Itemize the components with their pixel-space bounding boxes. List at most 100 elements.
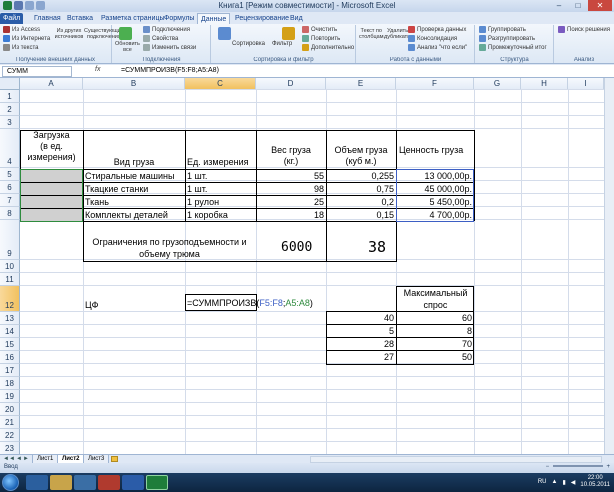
cell-c5[interactable]: 1 шт.: [187, 171, 207, 182]
text-to-columns-button[interactable]: Текст по столбцам: [359, 28, 384, 40]
sheet-nav-first-icon[interactable]: ◄◄: [3, 456, 15, 462]
taskbar-explorer-icon[interactable]: [50, 475, 72, 490]
filter-button[interactable]: Фильтр: [272, 41, 292, 47]
function-icon[interactable]: fx: [95, 66, 100, 73]
ungroup-button[interactable]: Разгруппировать: [479, 35, 535, 42]
cell-d5[interactable]: 55: [256, 171, 326, 182]
cell-d7[interactable]: 25: [256, 197, 326, 208]
zoom-out-icon[interactable]: −: [546, 464, 550, 470]
network-icon[interactable]: ▮: [562, 479, 565, 486]
cell-d9-weight-limit[interactable]: 6000: [281, 241, 312, 254]
language-indicator[interactable]: RU: [538, 479, 547, 485]
horizontal-scrollbar[interactable]: [310, 456, 602, 463]
row-header-1[interactable]: 1: [0, 90, 20, 103]
taskbar-media-icon[interactable]: [74, 475, 96, 490]
clear-button[interactable]: Очистить: [302, 26, 337, 33]
row-header-12[interactable]: 12: [0, 286, 20, 312]
row-header-15[interactable]: 15: [0, 338, 20, 351]
from-text-button[interactable]: Из текста: [3, 44, 38, 51]
cell-e9-volume-limit[interactable]: 38: [368, 240, 386, 255]
row-header-8[interactable]: 8: [0, 207, 20, 220]
cell-b8[interactable]: Комплекты деталей: [85, 210, 168, 221]
zoom-track[interactable]: [552, 465, 603, 468]
cell-e8[interactable]: 0,15: [326, 210, 396, 221]
row-header-9[interactable]: 9: [0, 220, 20, 260]
header-unit[interactable]: Ед. измерения: [187, 157, 248, 168]
subtotal-button[interactable]: Промежуточный итог: [479, 44, 547, 51]
cell-e7[interactable]: 0,2: [326, 197, 396, 208]
tab-view[interactable]: Вид: [287, 13, 306, 24]
header-weight[interactable]: Вес груза (кг.): [256, 145, 326, 167]
tray-arrow-icon[interactable]: ▲: [552, 479, 558, 485]
row-header-2[interactable]: 2: [0, 103, 20, 116]
advanced-button[interactable]: Дополнительно: [302, 44, 354, 51]
tab-review[interactable]: Рецензирование: [232, 13, 292, 24]
row-header-20[interactable]: 20: [0, 403, 20, 416]
row-header-4[interactable]: 4: [0, 129, 20, 168]
formula-input[interactable]: =СУММПРОИЗВ(F5:F8;A5:A8): [121, 67, 219, 74]
start-button[interactable]: [2, 474, 19, 491]
cell-d6[interactable]: 98: [256, 184, 326, 195]
volume-icon[interactable]: ◀: [571, 479, 576, 486]
edit-links-button[interactable]: Изменить связи: [143, 44, 196, 51]
minimize-button[interactable]: –: [550, 0, 568, 11]
row-header-16[interactable]: 16: [0, 351, 20, 364]
tab-insert[interactable]: Вставка: [64, 13, 96, 24]
row-header-13[interactable]: 13: [0, 312, 20, 325]
cell-b5[interactable]: Стиральные машины: [85, 171, 174, 182]
tab-data[interactable]: Данные: [197, 13, 231, 24]
sort-button[interactable]: Сортировка: [232, 41, 265, 47]
name-box[interactable]: СУММ: [2, 66, 72, 77]
reapply-button[interactable]: Повторить: [302, 35, 340, 42]
row-header-7[interactable]: 7: [0, 194, 20, 207]
cell-e15[interactable]: 28: [326, 339, 396, 350]
from-other-sources-button[interactable]: Из других источников: [54, 28, 84, 40]
header-cargo-type[interactable]: Вид груза: [83, 157, 185, 168]
cell-b12-objective[interactable]: ЦФ: [85, 300, 99, 311]
row-header-10[interactable]: 10: [0, 260, 20, 273]
maximize-button[interactable]: □: [569, 0, 587, 11]
zoom-slider[interactable]: − +: [546, 464, 610, 470]
properties-button[interactable]: Свойства: [143, 35, 178, 42]
select-all-corner[interactable]: [0, 78, 20, 90]
sheet-nav-prev-icon[interactable]: ◄: [16, 456, 22, 462]
cell-e6[interactable]: 0,75: [326, 184, 396, 195]
row-header-14[interactable]: 14: [0, 325, 20, 338]
cell-e16[interactable]: 27: [326, 352, 396, 363]
refresh-all-button[interactable]: Обновить все: [115, 41, 140, 53]
close-button[interactable]: ✕: [588, 0, 612, 11]
header-load[interactable]: Загрузка (в ед. измерения): [21, 130, 82, 163]
cell-c7[interactable]: 1 рулон: [187, 197, 219, 208]
row-header-23[interactable]: 23: [0, 442, 20, 454]
cell-f15[interactable]: 70: [397, 339, 474, 350]
remove-duplicates-button[interactable]: Удалить дубликаты: [384, 28, 411, 40]
sheet-nav-next-icon[interactable]: ►: [23, 456, 29, 462]
row-header-18[interactable]: 18: [0, 377, 20, 390]
from-web-button[interactable]: Из Интернета: [3, 35, 50, 42]
taskbar-ie-icon[interactable]: [26, 475, 48, 490]
solver-button[interactable]: Поиск решения: [558, 26, 610, 33]
clock[interactable]: 22:00 10.05.2011: [580, 475, 610, 489]
cell-e5[interactable]: 0,255: [326, 171, 396, 182]
tab-home[interactable]: Главная: [31, 13, 64, 24]
header-volume[interactable]: Объем груза (куб м.): [326, 145, 396, 167]
consolidate-button[interactable]: Консолидация: [408, 35, 457, 42]
insert-sheet-icon[interactable]: [111, 456, 118, 462]
tab-page-layout[interactable]: Разметка страницы: [98, 13, 168, 24]
cell-b7[interactable]: Ткань: [85, 197, 109, 208]
tab-file[interactable]: Файл: [0, 13, 24, 24]
cell-e13[interactable]: 40: [326, 313, 396, 324]
connections-button[interactable]: Подключения: [143, 26, 190, 33]
from-access-button[interactable]: Из Access: [3, 26, 40, 33]
cell-d8[interactable]: 18: [256, 210, 326, 221]
cell-e14[interactable]: 5: [326, 326, 396, 337]
cell-b6[interactable]: Ткацкие станки: [85, 184, 148, 195]
row-header-19[interactable]: 19: [0, 390, 20, 403]
cell-c6[interactable]: 1 шт.: [187, 184, 207, 195]
row-header-6[interactable]: 6: [0, 181, 20, 194]
zoom-in-icon[interactable]: +: [606, 464, 610, 470]
cell-f14[interactable]: 8: [397, 326, 474, 337]
taskbar-excel-icon[interactable]: [146, 475, 168, 490]
existing-connections-button[interactable]: Существующие подключения: [84, 28, 124, 40]
cell-f16[interactable]: 50: [397, 352, 474, 363]
